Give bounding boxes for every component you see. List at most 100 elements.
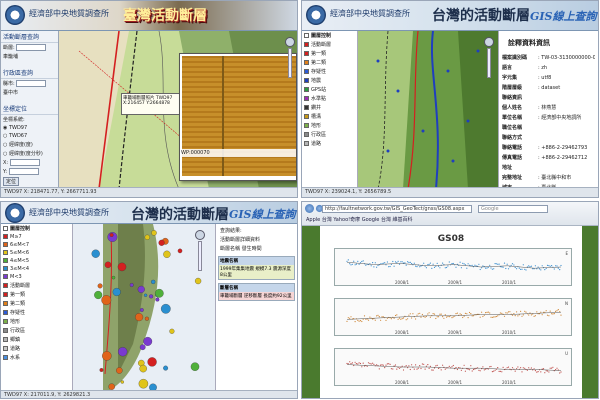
agency-seal-icon — [5, 5, 25, 25]
earthquake-marker[interactable] — [120, 380, 124, 384]
earthquake-marker[interactable] — [154, 288, 164, 298]
radio-latlon-deg[interactable]: ○ 經緯度(度) — [1, 140, 58, 149]
earthquake-marker[interactable] — [155, 297, 160, 302]
layer-item[interactable]: M<3 — [1, 273, 72, 281]
earthquake-marker[interactable] — [144, 316, 149, 321]
layer-item[interactable]: 存疑性 — [302, 67, 357, 76]
fault-select[interactable] — [16, 44, 47, 51]
earthquake-marker[interactable] — [147, 357, 157, 367]
earthquake-marker[interactable] — [149, 294, 154, 299]
earthquake-marker[interactable] — [190, 362, 200, 371]
layer-item[interactable]: 圖層控制 — [302, 31, 357, 40]
earthquake-marker[interactable] — [138, 378, 149, 389]
earthquake-marker[interactable] — [151, 230, 157, 236]
bookmarks-bar[interactable]: Apple 台灣 Yahoo!奇摩 Google 台灣 維基百科 — [306, 216, 413, 223]
earthquake-marker[interactable] — [139, 344, 146, 351]
map-canvas[interactable] — [73, 224, 215, 390]
layer-item[interactable]: 水系 — [1, 353, 72, 362]
x-input[interactable] — [9, 159, 40, 166]
earthquake-marker[interactable] — [129, 283, 134, 287]
earthquake-marker[interactable] — [116, 367, 123, 374]
map-canvas[interactable] — [358, 31, 498, 187]
earthquake-marker[interactable] — [143, 336, 153, 346]
radio-twd67[interactable]: ○ TWD67 — [1, 132, 58, 140]
locate-button[interactable]: 定位 — [3, 177, 20, 186]
earthquake-marker[interactable] — [99, 368, 104, 372]
earthquake-marker[interactable] — [117, 262, 127, 272]
layer-item[interactable]: 行政區 — [302, 130, 357, 139]
layer-item[interactable]: 活動斷層 — [1, 281, 72, 290]
earthquake-marker[interactable] — [109, 233, 114, 237]
data-point — [442, 262, 444, 264]
layer-item[interactable]: 活動斷層 — [302, 40, 357, 49]
zoom-slider[interactable] — [288, 48, 292, 78]
layer-item[interactable]: 地形 — [302, 121, 357, 130]
radio-latlon-dms[interactable]: ○ 經緯度(度分秒) — [1, 149, 58, 158]
layer-item[interactable]: 鄉鎮 — [1, 335, 72, 344]
county-select[interactable] — [16, 80, 47, 87]
layer-item[interactable]: 第二類 — [1, 299, 72, 308]
layer-item[interactable]: 地形 — [1, 317, 72, 326]
earthquake-marker[interactable] — [91, 249, 100, 258]
earthquake-marker[interactable] — [112, 287, 121, 297]
y-input[interactable] — [8, 168, 39, 175]
data-point — [489, 312, 491, 314]
map-canvas[interactable]: 車籠埔斷層照片 TWD97 X:216457 Y:2664878 WP:0000… — [59, 31, 297, 187]
layer-item[interactable]: 6≤M<7 — [1, 241, 72, 249]
layer-item[interactable]: 鑽井 — [302, 103, 357, 112]
layer-item[interactable]: 槽溝 — [302, 112, 357, 121]
data-point — [459, 261, 461, 263]
layer-item[interactable]: 道路 — [1, 344, 72, 353]
layer-item[interactable]: 3≤M<4 — [1, 265, 72, 273]
layer-item[interactable]: 第二類 — [302, 58, 357, 67]
search-input[interactable]: Google — [478, 205, 548, 213]
layer-item[interactable]: 地震 — [302, 76, 357, 85]
earthquake-marker[interactable] — [144, 234, 150, 240]
pan-knob-icon[interactable] — [285, 37, 295, 47]
earthquake-marker[interactable] — [108, 383, 115, 390]
data-point — [545, 310, 547, 312]
earthquake-marker[interactable] — [97, 283, 103, 289]
earthquake-marker[interactable] — [118, 347, 128, 357]
coordinate-statusbar: TWD97 X: 239024.1, Y: 2656789.5 — [302, 187, 598, 197]
earthquake-marker[interactable] — [143, 293, 148, 297]
zoom-control[interactable] — [285, 37, 295, 89]
address-bar[interactable]: http://faultnetwork.gov.tw/GIS_GeoTect/g… — [322, 205, 472, 213]
earthquake-marker[interactable] — [101, 295, 112, 306]
layer-item[interactable]: M≥7 — [1, 233, 72, 241]
pan-knob-icon[interactable] — [484, 37, 494, 47]
earthquake-marker[interactable] — [169, 328, 175, 334]
earthquake-marker[interactable] — [139, 308, 144, 312]
pan-knob-icon[interactable] — [195, 230, 205, 240]
earthquake-marker[interactable] — [135, 313, 144, 322]
back-icon[interactable] — [305, 204, 314, 213]
zoom-control[interactable] — [484, 37, 494, 89]
layer-item[interactable]: 水準點 — [302, 94, 357, 103]
layer-item[interactable]: 存疑性 — [1, 308, 72, 317]
earthquake-marker[interactable] — [177, 248, 183, 254]
layer-item[interactable]: 5≤M<6 — [1, 249, 72, 257]
earthquake-marker[interactable] — [104, 261, 112, 269]
earthquake-marker[interactable] — [163, 365, 169, 371]
earthquake-marker[interactable] — [158, 239, 165, 246]
layer-item[interactable]: 行政區 — [1, 326, 72, 335]
earthquake-marker[interactable] — [160, 303, 171, 314]
radio-twd97[interactable]: ◉ TWD97 — [1, 124, 58, 132]
earthquake-marker[interactable] — [94, 290, 103, 300]
layer-item[interactable]: 圖層控制 — [1, 224, 72, 233]
layer-item[interactable]: GPS站 — [302, 85, 357, 94]
earthquake-marker[interactable] — [137, 285, 145, 293]
layer-item[interactable]: 第一類 — [1, 290, 72, 299]
zoom-slider[interactable] — [198, 241, 202, 271]
layer-item[interactable]: 4≤M<5 — [1, 257, 72, 265]
earthquake-marker[interactable] — [102, 351, 112, 361]
zoom-slider[interactable] — [487, 48, 491, 78]
layer-item[interactable]: 第一類 — [302, 49, 357, 58]
layer-item[interactable]: 道路 — [302, 139, 357, 148]
trench-photo-popup[interactable]: WP:000070 — [179, 53, 297, 181]
zoom-control[interactable] — [195, 230, 205, 282]
earthquake-marker[interactable] — [111, 275, 116, 280]
earthquake-marker[interactable] — [151, 279, 156, 285]
earthquake-marker[interactable] — [163, 250, 171, 258]
earthquake-marker[interactable] — [139, 364, 147, 373]
